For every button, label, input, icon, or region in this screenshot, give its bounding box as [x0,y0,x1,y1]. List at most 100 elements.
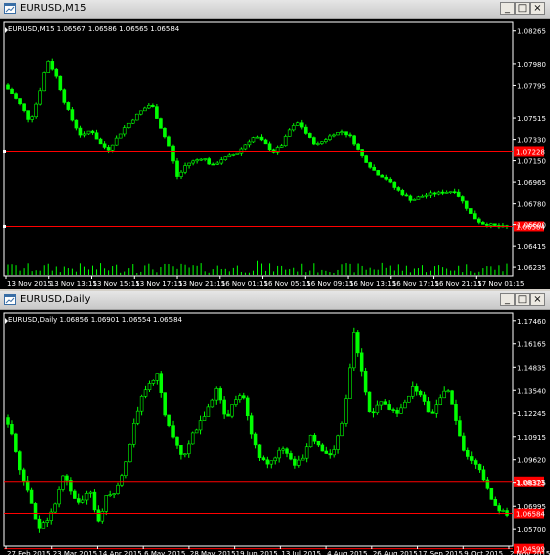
candle-bull [231,154,236,156]
candle-bear [460,196,465,202]
x-tick-label: 16 Nov 13:15 [349,280,396,288]
candle-bear [352,135,356,145]
y-tick-label: 1.08265 [517,28,546,36]
candle-bear [462,435,466,451]
candle-bull [199,158,203,161]
candle-bull [82,133,87,136]
candle-bear [307,133,312,138]
candle-bear [21,469,26,482]
candle-bear [372,166,376,171]
x-tick-label: 13 Nov 15:15 [93,280,140,288]
candle-bull [434,404,439,414]
candle-bull [110,144,115,151]
candle-bull [116,484,120,494]
candle-bear [356,143,360,150]
candle-bear [25,480,30,491]
window-titlebar[interactable]: EURUSD,M15 _ □ × [0,0,550,19]
window-titlebar[interactable]: EURUSD,Daily _ □ × [0,291,550,310]
candle-bull [336,435,340,450]
close-button[interactable]: × [530,2,545,15]
chart-window-eurusd-daily[interactable]: EURUSD,Daily _ □ × EURUSD,Daily 1.06856 … [0,291,550,555]
candle-bear [211,163,216,166]
ohlc-readout: EURUSD,M15 1.06567 1.06586 1.06565 1.065… [8,25,180,33]
candle-bear [320,444,325,452]
price-chart[interactable]: EURUSD,Daily 1.06856 1.06901 1.06554 1.0… [0,310,550,555]
candle-bear [456,191,461,197]
candle-bull [420,195,425,198]
candle-bear [159,373,164,393]
candle-bear [74,119,79,129]
price-chart-canvas[interactable]: EURUSD,M15 1.06567 1.06586 1.06565 1.065… [0,19,550,289]
candle-bear [26,110,30,120]
candle-bull [57,489,61,505]
candle-bull [277,449,281,459]
candle-bull [269,460,274,465]
candle-bull [416,196,421,200]
x-tick-label: 16 Nov 05:15 [264,280,311,288]
candle-bull [214,388,219,401]
y-tick-label: 1.06600 [517,222,546,230]
candle-bull [235,152,240,155]
y-tick-label: 1.17460 [517,318,546,326]
x-tick-label: 6 May 2015 [144,550,185,555]
x-tick-label: 9 Oct 2015 [464,550,503,555]
candle-bear [222,399,226,415]
candle-bull [428,192,433,196]
x-tick-label: 16 Nov 09:15 [306,280,353,288]
close-button[interactable]: × [530,293,545,306]
candle-bull [45,520,50,523]
candle-bull [448,191,453,194]
candle-bear [469,456,474,461]
candle-bull [340,131,344,133]
candle-bear [414,386,419,392]
candle-bear [163,128,167,138]
candle-bear [22,103,26,111]
candle-bear [285,448,289,454]
price-chart-canvas[interactable]: EURUSD,Daily 1.06856 1.06901 1.06554 1.0… [0,310,550,555]
candle-bull [203,158,207,160]
candle-bull [348,367,352,399]
restore-button[interactable]: □ [515,2,530,15]
candle-bull [194,429,199,434]
candle-bull [332,449,336,456]
candle-bear [464,200,469,209]
candle-bull [183,165,187,173]
candle-bull [100,511,105,522]
candle-bull [412,198,417,201]
candle-bull [86,130,91,135]
candle-bear [257,444,262,458]
candle-bear [396,187,401,191]
chart-window-icon [4,294,16,305]
candle-bear [363,371,368,393]
candle-bull [283,136,288,147]
candle-bear [422,394,427,402]
minimize-button[interactable]: _ [500,2,515,15]
x-tick-label: 28 May 2015 [190,550,236,555]
x-tick-label: 13 Nov 17:15 [135,280,182,288]
candle-bear [481,469,486,481]
candle-bear [171,425,175,438]
restore-button[interactable]: □ [515,293,530,306]
candle-bull [324,139,328,143]
candle-bear [6,417,10,425]
candle-bear [70,109,75,121]
candle-bull [183,453,187,456]
candle-bear [242,395,246,399]
candle-bear [312,137,316,145]
candle-bull [206,406,211,417]
y-tick-label: 1.07150 [517,158,546,166]
minimize-button[interactable]: _ [500,293,515,306]
candle-bear [466,450,470,457]
x-tick-label: 17 Nov 01:15 [477,280,524,288]
candle-bull [84,493,89,501]
chart-window-icon [4,3,16,14]
x-tick-label: 13 Nov 13:15 [50,280,97,288]
candle-bear [207,158,212,165]
chart-window-eurusd-m15[interactable]: EURUSD,M15 _ □ × EURUSD,M15 1.06567 1.06… [0,0,550,290]
candle-bull [291,125,296,131]
candle-bull [34,103,38,118]
candle-bear [14,93,18,99]
candle-bull [88,491,93,494]
price-chart[interactable]: EURUSD,M15 1.06567 1.06586 1.06565 1.065… [0,19,550,289]
candle-bull [316,143,320,145]
